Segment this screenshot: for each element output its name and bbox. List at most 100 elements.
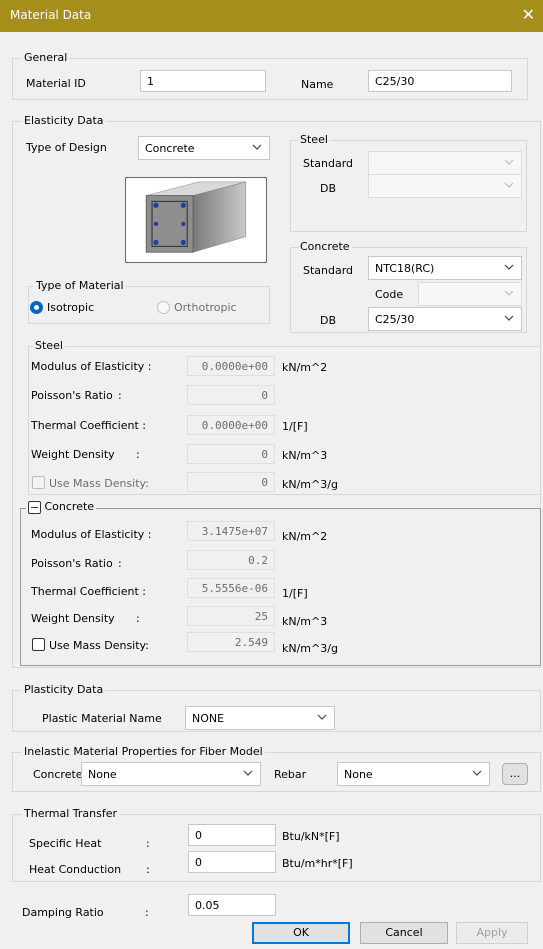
damping-ratio-input[interactable]: 0.05 <box>188 894 276 916</box>
name-input[interactable]: C25/30 <box>368 70 512 92</box>
chevron-down-icon <box>242 767 254 779</box>
concrete-standard-select[interactable]: NTC18(RC) <box>368 256 522 280</box>
type-of-design-value: Concrete <box>145 142 195 155</box>
collapse-icon[interactable] <box>28 500 41 514</box>
steel-use-mass-density-label: Use Mass Density: <box>49 477 149 490</box>
concrete-code-label: Code <box>375 288 404 301</box>
heat-conduction-input[interactable]: 0 <box>188 851 276 873</box>
concrete-modulus-unit: kN/m^2 <box>282 530 328 543</box>
plastic-material-select[interactable]: NONE <box>185 706 335 730</box>
material-id-label: Material ID <box>26 77 86 90</box>
steel-modulus-value[interactable]: 0.0000e+00 <box>187 356 275 376</box>
steel-poisson-label: Poisson's Ratio <box>31 389 113 402</box>
steel-design-group-label: Steel <box>298 133 330 146</box>
concrete-use-mass-density-label: Use Mass Density: <box>49 639 149 652</box>
ok-button[interactable]: OK <box>252 922 350 944</box>
concrete-weight-unit: kN/m^3 <box>282 615 328 628</box>
steel-db-label: DB <box>320 182 337 195</box>
thermal-transfer-group-label: Thermal Transfer <box>22 807 120 820</box>
steel-weight-colon: : <box>136 448 140 461</box>
heat-conduction-label: Heat Conduction <box>29 863 122 876</box>
steel-weight-label: Weight Density <box>31 448 115 461</box>
chevron-down-icon <box>503 179 515 191</box>
inelastic-concrete-select[interactable]: None <box>81 762 261 786</box>
steel-modulus-unit: kN/m^2 <box>282 361 328 374</box>
general-group-label: General <box>22 51 70 64</box>
concrete-db-label: DB <box>320 314 337 327</box>
concrete-modulus-value[interactable]: 3.1475e+07 <box>187 521 275 541</box>
steel-thermal-value[interactable]: 0.0000e+00 <box>187 415 275 435</box>
concrete-thermal-value[interactable]: 5.5556e-06 <box>187 578 275 598</box>
type-of-material-label: Type of Material <box>34 279 126 292</box>
chevron-down-icon <box>316 711 328 723</box>
specific-heat-unit: Btu/kN*[F] <box>282 830 340 843</box>
heat-conduction-unit: Btu/m*hr*[F] <box>282 857 353 870</box>
chevron-down-icon <box>503 287 515 299</box>
concrete-weight-colon: : <box>136 612 140 625</box>
concrete-poisson-value[interactable]: 0.2 <box>187 550 275 570</box>
steel-db-select[interactable] <box>368 174 522 198</box>
concrete-use-mass-density-checkbox[interactable] <box>32 638 45 651</box>
concrete-db-select[interactable]: C25/30 <box>368 307 522 331</box>
cancel-button[interactable]: Cancel <box>360 922 448 944</box>
chevron-down-icon <box>503 261 515 273</box>
rebar-select[interactable]: None <box>337 762 490 786</box>
inelastic-concrete-label: Concrete <box>33 768 83 781</box>
plasticity-group-label: Plasticity Data <box>22 683 106 696</box>
concrete-weight-value[interactable]: 25 <box>187 606 275 626</box>
type-of-design-label: Type of Design <box>26 141 107 154</box>
more-options-button[interactable]: ... <box>502 763 528 785</box>
steel-standard-select[interactable] <box>368 151 522 175</box>
inelastic-group-label: Inelastic Material Properties for Fiber … <box>22 745 265 758</box>
steel-props-label: Steel <box>33 339 65 352</box>
specific-heat-colon: : <box>146 837 150 850</box>
steel-poisson-value[interactable]: 0 <box>187 385 275 405</box>
isotropic-label: Isotropic <box>47 301 95 314</box>
concrete-props-header: Concrete <box>26 500 97 514</box>
concrete-db-value: C25/30 <box>375 313 415 326</box>
section-preview-image <box>125 177 267 263</box>
plastic-material-label: Plastic Material Name <box>42 712 162 725</box>
steel-mass-value[interactable]: 0 <box>187 472 275 492</box>
concrete-poisson-label: Poisson's Ratio <box>31 557 113 570</box>
inelastic-concrete-value: None <box>88 768 117 781</box>
steel-thermal-label: Thermal Coefficient : <box>31 419 146 432</box>
steel-use-mass-density-checkbox[interactable] <box>32 476 45 489</box>
concrete-code-select[interactable] <box>418 282 522 306</box>
heat-conduction-colon: : <box>146 863 150 876</box>
concrete-modulus-label: Modulus of Elasticity : <box>31 528 152 541</box>
specific-heat-label: Specific Heat <box>29 837 102 850</box>
concrete-mass-unit: kN/m^3/g <box>282 642 338 655</box>
concrete-thermal-label: Thermal Coefficient : <box>31 585 146 598</box>
chevron-down-icon <box>471 767 483 779</box>
concrete-mass-value[interactable]: 2.549 <box>187 632 275 652</box>
concrete-weight-label: Weight Density <box>31 612 115 625</box>
steel-mass-unit: kN/m^3/g <box>282 478 338 491</box>
window-title: Material Data <box>10 8 92 22</box>
concrete-standard-label: Standard <box>303 264 354 277</box>
concrete-standard-value: NTC18(RC) <box>375 262 435 275</box>
material-id-input[interactable]: 1 <box>140 70 266 92</box>
isotropic-radio[interactable] <box>30 301 43 314</box>
concrete-beam-icon <box>145 181 247 253</box>
steel-weight-unit: kN/m^3 <box>282 449 328 462</box>
title-bar: Material Data ✕ <box>0 0 543 32</box>
close-icon[interactable]: ✕ <box>522 5 535 24</box>
elasticity-group-label: Elasticity Data <box>22 114 106 127</box>
chevron-down-icon <box>503 156 515 168</box>
concrete-design-group-label: Concrete <box>298 240 352 253</box>
name-label: Name <box>301 78 334 91</box>
rebar-value: None <box>344 768 373 781</box>
steel-standard-label: Standard <box>303 157 354 170</box>
damping-ratio-label: Damping Ratio <box>22 906 104 919</box>
orthotropic-radio[interactable] <box>157 301 170 314</box>
plastic-material-value: NONE <box>192 712 225 725</box>
orthotropic-label: Orthotropic <box>174 301 237 314</box>
chevron-down-icon <box>503 312 515 324</box>
steel-weight-value[interactable]: 0 <box>187 444 275 464</box>
type-of-design-select[interactable]: Concrete <box>138 136 270 160</box>
specific-heat-input[interactable]: 0 <box>188 824 276 846</box>
steel-modulus-label: Modulus of Elasticity : <box>31 360 152 373</box>
concrete-props-label: Concrete <box>44 500 95 513</box>
apply-button[interactable]: Apply <box>456 922 528 944</box>
